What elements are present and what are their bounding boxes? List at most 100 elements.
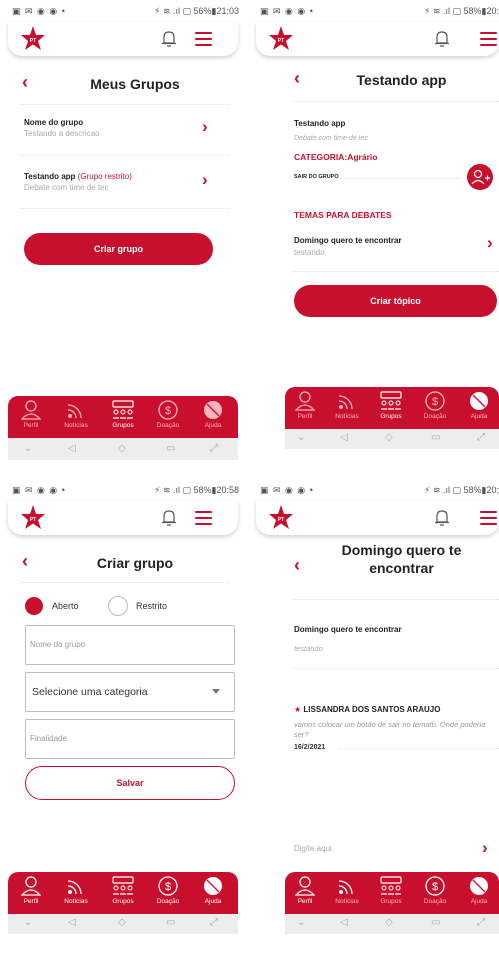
nav-back-icon[interactable]: ◁ xyxy=(340,432,348,443)
nav-doacao[interactable]: $ Doação xyxy=(148,876,188,905)
nav-doacao[interactable]: $ Doação xyxy=(148,400,188,429)
group-icon xyxy=(380,391,402,410)
chevron-right-icon[interactable]: › xyxy=(202,170,208,190)
bell-icon[interactable] xyxy=(161,509,177,527)
nav-recent-icon[interactable]: ▭ xyxy=(166,443,175,454)
topic-subtitle: testando xyxy=(294,248,325,257)
nav-doacao[interactable]: $ Doação xyxy=(415,876,455,905)
group-restricted-tag: (Grupo restrito) xyxy=(77,172,132,181)
nav-down-icon[interactable]: ⌄ xyxy=(297,917,305,928)
nav-recent-icon[interactable]: ▭ xyxy=(431,432,440,443)
bell-icon[interactable] xyxy=(161,30,177,48)
nav-recent-icon[interactable]: ▭ xyxy=(166,917,175,928)
pt-star-logo: PT xyxy=(269,26,293,50)
group-name: Nome do grupo xyxy=(24,118,84,127)
add-user-icon[interactable] xyxy=(467,164,493,190)
divider xyxy=(20,104,230,105)
category-select[interactable]: Selecione uma categoria xyxy=(25,672,235,712)
nav-noticias[interactable]: Notícias xyxy=(56,400,96,429)
nav-expand-icon[interactable]: ⤢ xyxy=(210,917,218,928)
nav-home-icon[interactable]: ◇ xyxy=(385,432,393,443)
user-icon xyxy=(295,876,315,896)
svg-text:PT: PT xyxy=(30,38,36,44)
nav-home-icon[interactable]: ◇ xyxy=(118,917,126,928)
nav-ajuda[interactable]: Ajuda xyxy=(459,391,499,420)
nav-noticias[interactable]: Notícias xyxy=(327,391,367,420)
menu-icon[interactable] xyxy=(195,511,212,525)
nav-back-icon[interactable]: ◁ xyxy=(68,917,76,928)
top-bar: PT xyxy=(8,501,238,535)
purpose-field[interactable]: Finalidade xyxy=(25,719,235,759)
nav-ajuda[interactable]: Ajuda xyxy=(193,400,233,429)
user-icon xyxy=(21,876,41,896)
comment-text: vamos colocar um botão de sair no tematb… xyxy=(294,720,486,739)
bell-icon[interactable] xyxy=(434,509,450,527)
nav-down-icon[interactable]: ⌄ xyxy=(24,917,32,928)
nav-ajuda[interactable]: Ajuda xyxy=(193,876,233,905)
page-title: Meus Grupos xyxy=(90,76,180,92)
back-chevron-icon[interactable]: ‹ xyxy=(294,555,300,576)
nav-perfil[interactable]: Perfil xyxy=(285,391,325,420)
nav-down-icon[interactable]: ⌄ xyxy=(297,432,305,443)
nav-doacao[interactable]: $ Doação xyxy=(415,391,455,420)
divider xyxy=(20,582,230,583)
create-topic-button[interactable]: Criar tópico xyxy=(294,285,497,317)
status-left: ▣ ✉ ◉ ◉ • xyxy=(12,485,66,495)
nav-noticias[interactable]: Notícias xyxy=(327,876,367,905)
save-button[interactable]: Salvar xyxy=(25,766,235,800)
back-chevron-icon[interactable]: ‹ xyxy=(22,551,28,572)
rss-icon xyxy=(67,404,82,419)
menu-icon[interactable] xyxy=(480,511,497,525)
group-desc: Debate com time de tec xyxy=(294,135,368,142)
nav-ajuda[interactable]: Ajuda xyxy=(459,876,499,905)
nav-perfil[interactable]: Perfil xyxy=(11,876,51,905)
system-nav: ⌄ ◁ ◇ ▭ ⤢ xyxy=(8,438,238,460)
leave-group-link[interactable]: SAIR DO GRUPO xyxy=(294,174,339,180)
nav-noticias[interactable]: Notícias xyxy=(56,876,96,905)
bell-icon[interactable] xyxy=(434,30,450,48)
nav-grupos[interactable]: Grupos xyxy=(371,391,411,420)
nav-back-icon[interactable]: ◁ xyxy=(68,443,76,454)
system-nav: ⌄ ◁ ◇ ▭ ⤢ xyxy=(285,429,499,449)
message-input[interactable]: Digite aqui xyxy=(294,844,332,853)
help-icon xyxy=(204,401,222,419)
radio-restricted[interactable] xyxy=(108,596,128,616)
divider xyxy=(292,668,499,669)
nav-back-icon[interactable]: ◁ xyxy=(340,917,348,928)
purpose-placeholder: Finalidade xyxy=(30,734,67,743)
nav-perfil[interactable]: Perfil xyxy=(285,876,325,905)
nav-grupos[interactable]: Grupos xyxy=(103,400,143,429)
screen-group-detail: ▣ ✉ ◉ ◉ • ⚡ ≋ .ıl ▢ 58%▮20: PT ‹ Testand… xyxy=(254,0,499,479)
chevron-right-icon[interactable]: › xyxy=(202,117,208,137)
radio-open-label: Aberto xyxy=(52,601,79,611)
status-right: ⚡ ≋ .ıl ▢ 58%▮20: xyxy=(424,485,499,495)
nav-expand-icon[interactable]: ⤢ xyxy=(477,917,485,928)
nav-grupos[interactable]: Grupos xyxy=(103,876,143,905)
nav-home-icon[interactable]: ◇ xyxy=(118,443,126,454)
back-chevron-icon[interactable]: ‹ xyxy=(22,72,28,93)
group-icon xyxy=(112,876,134,895)
system-nav: ⌄ ◁ ◇ ▭ ⤢ xyxy=(285,914,499,934)
chevron-right-icon[interactable]: › xyxy=(487,233,493,253)
bottom-nav: Perfil Notícias Grupos $ Doação Ajuda xyxy=(8,872,238,914)
user-icon xyxy=(295,391,315,411)
group-name-field[interactable]: Nome do grupo xyxy=(25,625,235,665)
nav-expand-icon[interactable]: ⤢ xyxy=(210,443,218,454)
pt-star-logo: PT xyxy=(269,505,293,529)
send-chevron-icon[interactable]: › xyxy=(482,838,488,858)
nav-recent-icon[interactable]: ▭ xyxy=(431,917,440,928)
create-group-button[interactable]: Criar grupo xyxy=(24,233,213,265)
nav-expand-icon[interactable]: ⤢ xyxy=(477,432,485,443)
nav-home-icon[interactable]: ◇ xyxy=(385,917,393,928)
menu-icon[interactable] xyxy=(480,32,497,46)
page-title-line1: Domingo quero te xyxy=(341,542,462,558)
svg-text:PT: PT xyxy=(278,517,284,523)
menu-icon[interactable] xyxy=(195,32,212,46)
top-bar: PT xyxy=(256,22,499,56)
dollar-icon: $ xyxy=(158,400,178,420)
radio-open[interactable] xyxy=(25,597,43,615)
nav-perfil[interactable]: Perfil xyxy=(11,400,51,429)
back-chevron-icon[interactable]: ‹ xyxy=(294,68,300,89)
nav-grupos[interactable]: Grupos xyxy=(371,876,411,905)
nav-down-icon[interactable]: ⌄ xyxy=(24,443,32,454)
